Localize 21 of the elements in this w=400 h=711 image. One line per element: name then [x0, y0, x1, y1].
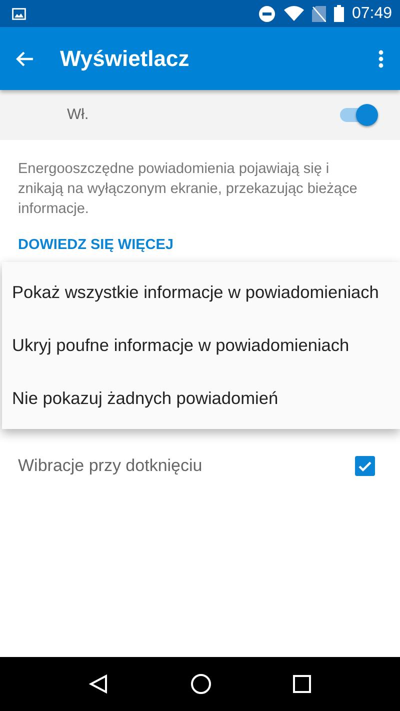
checkbox[interactable]: [355, 456, 375, 476]
learn-more-link[interactable]: DOWIEDZ SIĘ WIĘCEJ: [18, 235, 174, 257]
menu-item[interactable]: Nie pokazuj żadnych powiadomień: [2, 372, 400, 425]
more-options-icon[interactable]: [378, 50, 384, 68]
clock: 07:49: [352, 4, 392, 24]
description-text: Energooszczędne powiadomienia pojawiają się i znikają na wyłączonym ekranie, przekazując bieżące informacje.: [17, 160, 358, 219]
wifi-icon: [284, 6, 304, 21]
home-icon[interactable]: [191, 674, 211, 694]
setting-label: Wibracje przy dotknięciu: [18, 455, 202, 478]
switch-label: Wł.: [67, 104, 89, 125]
menu-item[interactable]: Ukryj poufne informacje w powiadomieniach: [2, 319, 400, 372]
do-not-disturb-icon: [258, 4, 276, 22]
checkmark-icon: [358, 460, 372, 472]
back-icon[interactable]: [89, 674, 109, 694]
screen-title: Wyświetlacz: [60, 45, 190, 73]
battery-icon: [334, 5, 344, 22]
back-arrow-icon[interactable]: [16, 50, 34, 66]
image-icon: [12, 8, 26, 20]
menu-item[interactable]: Pokaż wszystkie informacje w powiadomieniach: [2, 266, 400, 319]
no-sim-icon: [312, 6, 326, 22]
recents-icon[interactable]: [293, 675, 311, 693]
